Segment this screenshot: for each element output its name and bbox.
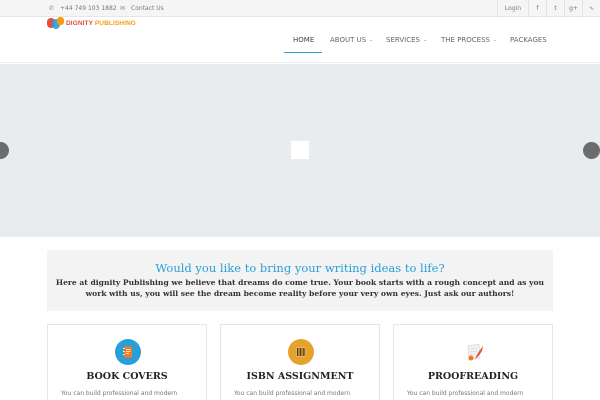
main-nav: HOME ABOUT US ⌄ SERVICES ⌄ THE PROCESS ⌄… bbox=[0, 17, 600, 63]
rss-icon[interactable]: ∿ bbox=[582, 0, 600, 17]
card-title: ISBN ASSIGNMENT bbox=[246, 371, 354, 382]
service-card-proofreading[interactable]: PROOFREADING You can build professional … bbox=[393, 324, 553, 400]
phone-contact: ✆ +44 749 103 1882 bbox=[49, 0, 117, 17]
nav-home-label: HOME bbox=[293, 36, 315, 44]
top-bar-right: Login f t g+ ∿ bbox=[497, 0, 600, 17]
hero-slider bbox=[0, 64, 600, 237]
intro-heading: Would you like to bring your writing ide… bbox=[155, 261, 445, 275]
contact-link[interactable]: ✉ Contact Us bbox=[120, 0, 164, 17]
card-title: BOOK COVERS bbox=[86, 371, 168, 382]
chevron-down-icon: ⌄ bbox=[422, 37, 428, 43]
twitter-icon[interactable]: t bbox=[546, 0, 564, 17]
paper-quill-icon bbox=[461, 339, 487, 365]
nav-packages-label: PACKAGES bbox=[510, 36, 547, 44]
chevron-down-icon: ⌄ bbox=[492, 37, 498, 43]
nav-home[interactable]: HOME bbox=[293, 17, 314, 63]
card-description: You can build professional and modern bbox=[407, 390, 524, 397]
service-card-isbn[interactable]: ISBN ASSIGNMENT You can build profession… bbox=[220, 324, 380, 400]
card-description: You can build professional and modern bbox=[61, 390, 178, 397]
nav-about-label: ABOUT US bbox=[330, 36, 367, 44]
phone-number: +44 749 103 1882 bbox=[60, 5, 117, 12]
intro-box: Would you like to bring your writing ide… bbox=[47, 250, 553, 311]
contact-us-label[interactable]: Contact Us bbox=[131, 5, 164, 12]
slider-next-arrow[interactable] bbox=[583, 142, 600, 159]
nav-services[interactable]: SERVICES ⌄ bbox=[386, 17, 427, 63]
slider-loading-placeholder bbox=[291, 141, 309, 159]
nav-services-label: SERVICES bbox=[386, 36, 420, 44]
slider-prev-arrow[interactable] bbox=[0, 142, 9, 159]
nav-active-indicator bbox=[284, 52, 322, 53]
login-link[interactable]: Login bbox=[497, 0, 528, 17]
nav-packages[interactable]: PACKAGES bbox=[510, 17, 547, 63]
card-description: You can build professional and modern bbox=[234, 390, 351, 397]
top-bar: ✆ +44 749 103 1882 ✉ Contact Us Login f … bbox=[0, 0, 600, 17]
notebook-icon bbox=[115, 339, 141, 365]
phone-icon: ✆ bbox=[49, 5, 55, 12]
facebook-icon[interactable]: f bbox=[528, 0, 546, 17]
envelope-icon: ✉ bbox=[120, 5, 126, 12]
nav-the-process[interactable]: THE PROCESS ⌄ bbox=[441, 17, 497, 63]
nav-about-us[interactable]: ABOUT US ⌄ bbox=[330, 17, 373, 63]
intro-text: Here at dignity Publishing we believe th… bbox=[55, 278, 545, 298]
barcode-icon bbox=[288, 339, 314, 365]
card-title: PROOFREADING bbox=[427, 371, 519, 382]
chevron-down-icon: ⌄ bbox=[369, 37, 374, 43]
google-plus-icon[interactable]: g+ bbox=[564, 0, 582, 17]
service-card-book-covers[interactable]: BOOK COVERS You can build professional a… bbox=[47, 324, 207, 400]
nav-process-label: THE PROCESS bbox=[441, 36, 490, 44]
